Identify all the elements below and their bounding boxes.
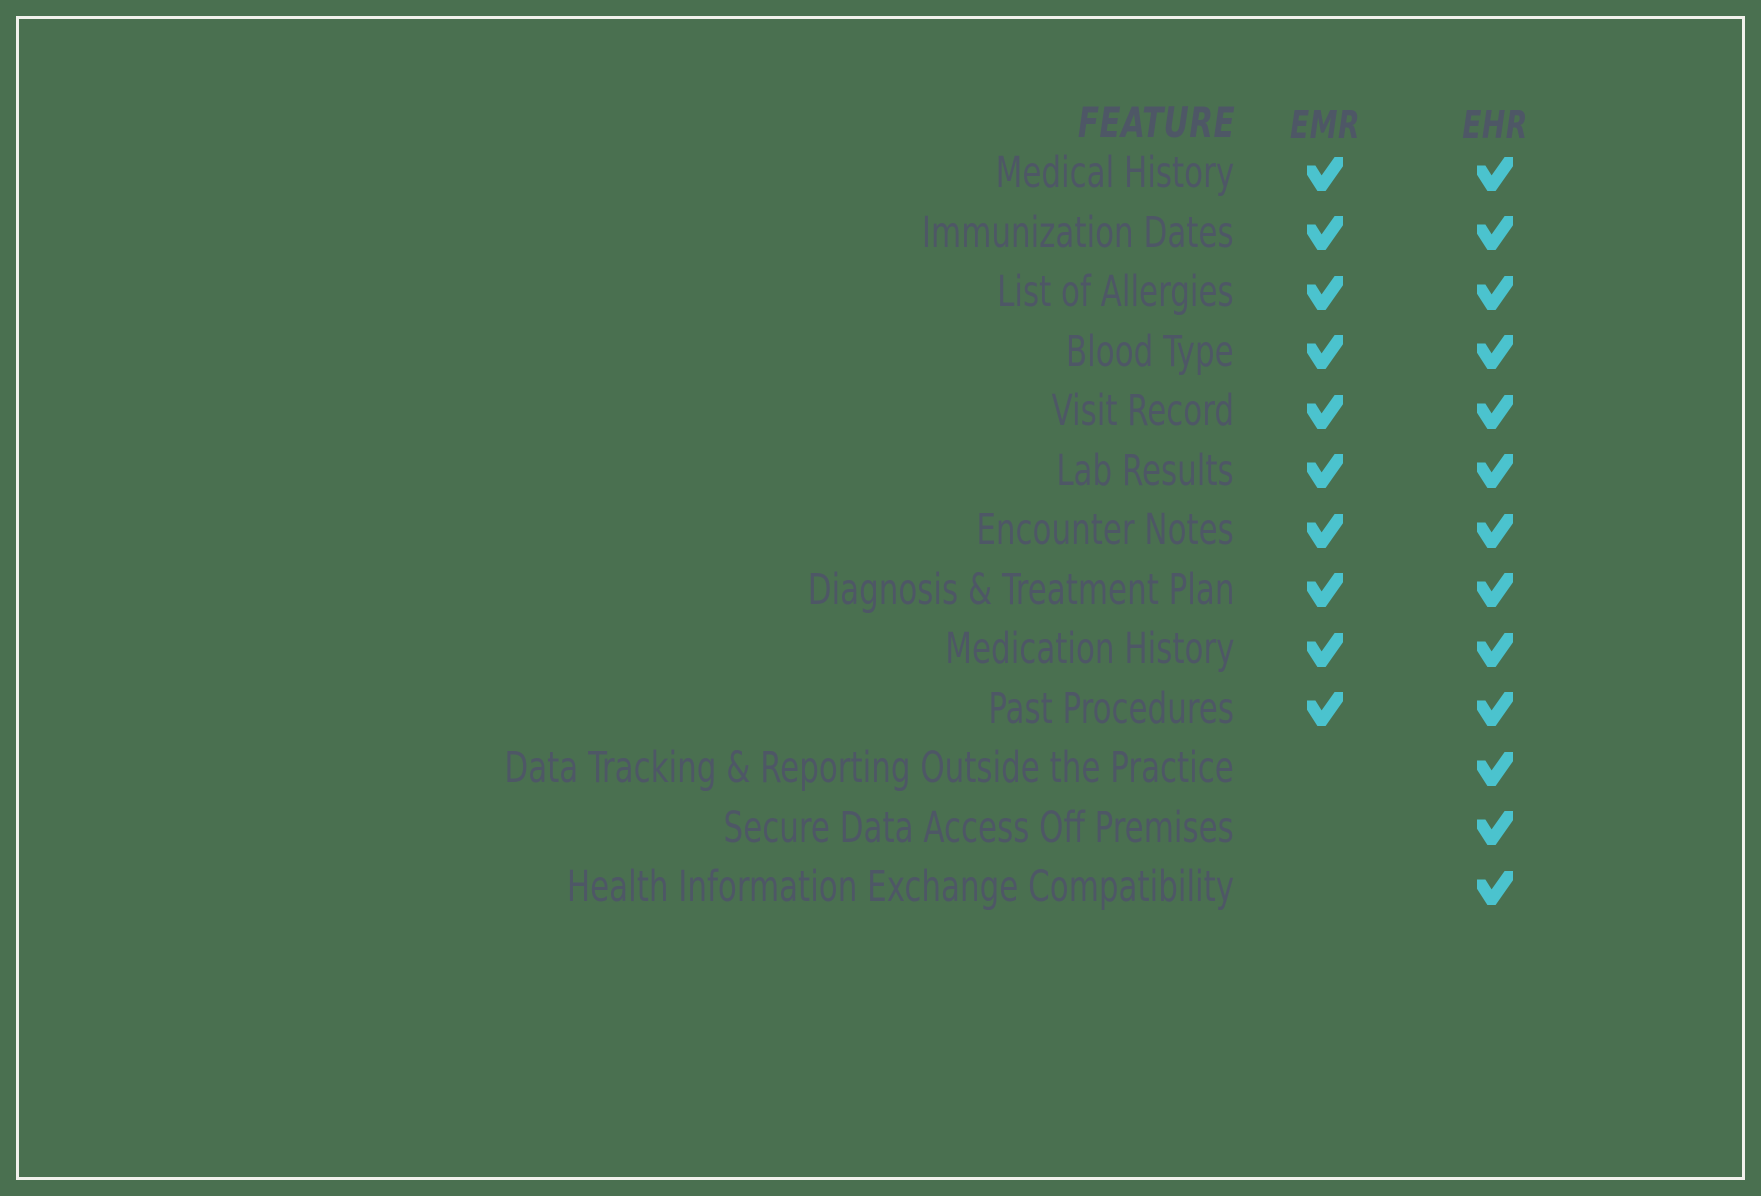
feature-name-cell: Health Information Exchange Compatibilit… — [0, 858, 1240, 918]
header-cell-feature: FEATURE — [0, 88, 1240, 144]
feature-label: Lab Results — [1056, 445, 1234, 496]
header-cell-ehr: EHR — [1410, 88, 1580, 144]
emr-ehr-comparison-table-container: FEATURE EMR EHR Medical History Immunizat… — [0, 0, 1761, 1196]
ehr-support-cell — [1410, 263, 1580, 323]
feature-name-cell: Visit Record — [0, 382, 1240, 442]
emr-support-cell — [1240, 263, 1410, 323]
feature-name-cell: Medication History — [0, 620, 1240, 680]
emr-support-cell — [1240, 323, 1410, 383]
check-icon — [1477, 394, 1513, 429]
check-icon — [1477, 632, 1513, 667]
table-row: Medical History — [0, 144, 1580, 204]
table-row: Immunization Dates — [0, 204, 1580, 264]
check-icon — [1477, 454, 1513, 489]
feature-name-cell: Secure Data Access Off Premises — [0, 799, 1240, 859]
check-icon — [1307, 275, 1343, 310]
check-icon — [1477, 156, 1513, 191]
table-row: Health Information Exchange Compatibilit… — [0, 858, 1580, 918]
header-row: FEATURE EMR EHR — [0, 88, 1580, 145]
ehr-support-cell — [1410, 739, 1580, 799]
emr-support-cell — [1240, 442, 1410, 502]
check-icon — [1477, 811, 1513, 846]
column-header-emr: EMR — [1290, 103, 1360, 147]
emr-support-cell — [1240, 799, 1410, 859]
emr-support-cell — [1240, 204, 1410, 264]
table-row: Past Procedures — [0, 680, 1580, 740]
feature-name-cell: Data Tracking & Reporting Outside the Pr… — [0, 739, 1240, 799]
ehr-support-cell — [1410, 561, 1580, 621]
check-icon — [1477, 751, 1513, 786]
emr-support-cell — [1240, 501, 1410, 561]
emr-support-cell — [1240, 858, 1410, 918]
check-icon — [1477, 275, 1513, 310]
check-icon — [1477, 335, 1513, 370]
feature-label: Data Tracking & Reporting Outside the Pr… — [504, 743, 1234, 794]
check-icon — [1307, 454, 1343, 489]
ehr-support-cell — [1410, 382, 1580, 442]
table-header: FEATURE EMR EHR — [0, 88, 1580, 145]
feature-name-cell: Diagnosis & Treatment Plan — [0, 561, 1240, 621]
ehr-support-cell — [1410, 799, 1580, 859]
emr-support-cell — [1240, 680, 1410, 740]
feature-label: Medical History — [995, 148, 1235, 199]
table-row: Blood Type — [0, 323, 1580, 383]
ehr-support-cell — [1410, 144, 1580, 204]
feature-label: List of Allergies — [997, 267, 1235, 318]
table-row: List of Allergies — [0, 263, 1580, 323]
feature-label: Secure Data Access Off Premises — [723, 802, 1234, 853]
ehr-support-cell — [1410, 620, 1580, 680]
check-icon — [1307, 156, 1343, 191]
feature-name-cell: Past Procedures — [0, 680, 1240, 740]
table-row: Data Tracking & Reporting Outside the Pr… — [0, 739, 1580, 799]
column-header-ehr: EHR — [1462, 103, 1528, 147]
ehr-support-cell — [1410, 323, 1580, 383]
ehr-support-cell — [1410, 680, 1580, 740]
feature-label: Blood Type — [1066, 326, 1234, 377]
check-icon — [1477, 216, 1513, 251]
ehr-support-cell — [1410, 442, 1580, 502]
feature-label: Encounter Notes — [976, 505, 1234, 556]
check-icon — [1477, 573, 1513, 608]
feature-label: Medication History — [944, 624, 1234, 675]
feature-comparison-table: FEATURE EMR EHR Medical History Immunizat… — [0, 88, 1580, 918]
check-icon — [1307, 692, 1343, 727]
ehr-support-cell — [1410, 204, 1580, 264]
table-row: Diagnosis & Treatment Plan — [0, 561, 1580, 621]
feature-label: Visit Record — [1051, 386, 1234, 437]
emr-support-cell — [1240, 739, 1410, 799]
header-cell-emr: EMR — [1240, 88, 1410, 144]
table-body: Medical History Immunization Dates List of… — [0, 144, 1580, 918]
feature-label: Immunization Dates — [922, 207, 1234, 258]
feature-name-cell: Immunization Dates — [0, 204, 1240, 264]
ehr-support-cell — [1410, 858, 1580, 918]
table-row: Encounter Notes — [0, 501, 1580, 561]
check-icon — [1307, 394, 1343, 429]
check-icon — [1477, 513, 1513, 548]
check-icon — [1477, 870, 1513, 905]
check-icon — [1307, 632, 1343, 667]
check-icon — [1307, 216, 1343, 251]
emr-support-cell — [1240, 382, 1410, 442]
ehr-support-cell — [1410, 501, 1580, 561]
check-icon — [1477, 692, 1513, 727]
check-icon — [1307, 573, 1343, 608]
table-row: Lab Results — [0, 442, 1580, 502]
emr-support-cell — [1240, 144, 1410, 204]
feature-name-cell: Blood Type — [0, 323, 1240, 383]
table-row: Visit Record — [0, 382, 1580, 442]
check-icon — [1307, 513, 1343, 548]
check-icon — [1307, 335, 1343, 370]
emr-support-cell — [1240, 561, 1410, 621]
table-row: Secure Data Access Off Premises — [0, 799, 1580, 859]
feature-label: Diagnosis & Treatment Plan — [807, 564, 1234, 615]
feature-name-cell: Medical History — [0, 144, 1240, 204]
table-row: Medication History — [0, 620, 1580, 680]
feature-label: Past Procedures — [988, 683, 1234, 734]
column-header-feature: FEATURE — [1077, 98, 1236, 147]
feature-name-cell: Lab Results — [0, 442, 1240, 502]
feature-label: Health Information Exchange Compatibilit… — [566, 862, 1234, 913]
feature-name-cell: List of Allergies — [0, 263, 1240, 323]
emr-support-cell — [1240, 620, 1410, 680]
feature-name-cell: Encounter Notes — [0, 501, 1240, 561]
